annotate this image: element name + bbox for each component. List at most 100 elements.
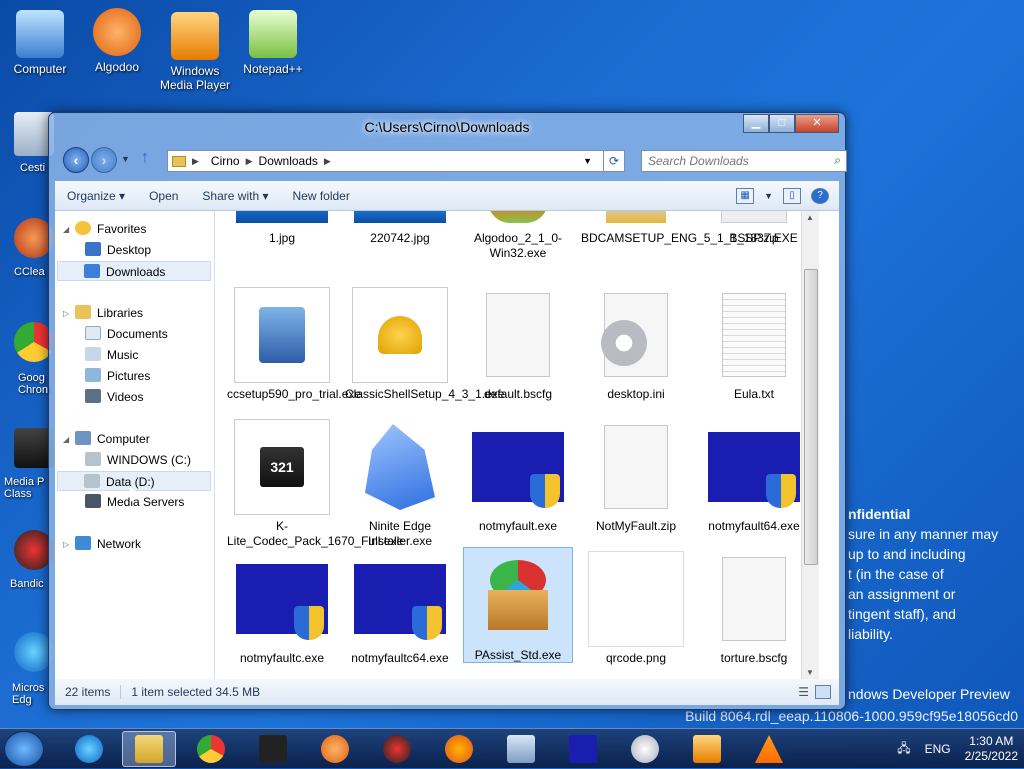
nav-favorites[interactable]: Favorites	[75, 219, 146, 239]
minimize-button[interactable]: ▁	[743, 114, 769, 133]
vertical-scrollbar[interactable]: ▲ ▼	[801, 211, 819, 679]
file-item[interactable]: qrcode.png	[581, 551, 691, 666]
file-item[interactable]: default.bscfg	[463, 287, 573, 402]
desktop-icon-computer[interactable]: Computer	[0, 10, 80, 76]
view-dropdown-icon[interactable]: ▼	[764, 191, 773, 201]
search-input[interactable]	[646, 152, 826, 170]
file-item[interactable]: 1.jpg	[227, 211, 337, 246]
file-item[interactable]: torture.bscfg	[699, 551, 809, 666]
nav-videos[interactable]: Videos	[85, 387, 143, 407]
desktop-icon-notepadpp[interactable]: Notepad++	[233, 10, 313, 76]
expand-arrow-icon[interactable]: ◢	[63, 225, 69, 234]
nav-computer[interactable]: Computer	[75, 429, 150, 449]
forward-button[interactable]: ›	[91, 147, 117, 173]
file-name: Eula.txt	[733, 387, 775, 401]
title-bar[interactable]: C:\Users\Cirno\Downloads ▁ □ ✕	[49, 113, 845, 141]
taskbar-utility[interactable]	[618, 731, 672, 767]
nav-music[interactable]: Music	[85, 345, 138, 365]
scroll-down-icon[interactable]: ▼	[806, 668, 814, 677]
expand-arrow-icon[interactable]: ▷	[63, 540, 69, 549]
folder-icon	[172, 155, 186, 167]
start-button[interactable]	[4, 731, 44, 767]
shield-icon	[530, 474, 560, 508]
close-button[interactable]: ✕	[795, 114, 839, 133]
taskbar-chrome[interactable]	[184, 731, 238, 767]
file-item[interactable]: notmyfaultc.exe	[227, 551, 337, 666]
file-item[interactable]: ccsetup590_pro_trial.exe	[227, 287, 361, 402]
language-indicator[interactable]: ENG	[925, 742, 951, 756]
status-bar: 22 items 1 item selected 34.5 MB ☰	[55, 679, 839, 705]
file-item[interactable]: notmyfault.exe	[463, 419, 573, 534]
file-item[interactable]: 220742.jpg	[345, 211, 455, 246]
refresh-button[interactable]: ⟳	[603, 150, 625, 172]
change-view-icon[interactable]: ▦	[736, 187, 755, 204]
organize-button[interactable]: Organize ▾	[55, 189, 137, 203]
taskbar-control-panel[interactable]	[494, 731, 548, 767]
chrome-icon	[197, 735, 225, 763]
app-icon	[488, 211, 548, 223]
address-dropdown-icon[interactable]: ▼	[583, 156, 592, 166]
file-item[interactable]: BSSP.zip	[699, 211, 809, 246]
file-item[interactable]: NotMyFault.zip	[581, 419, 691, 534]
taskbar-edge[interactable]	[62, 731, 116, 767]
expand-arrow-icon[interactable]: ◢	[63, 435, 69, 444]
nav-pictures[interactable]: Pictures	[85, 366, 150, 386]
desktop-partial-label: Bandic	[10, 578, 44, 590]
scroll-thumb[interactable]	[804, 269, 818, 565]
new-folder-button[interactable]: New folder	[280, 189, 361, 203]
taskbar-firefox[interactable]	[432, 731, 486, 767]
file-name: ClassicShellSetup_4_3_1.exe	[345, 387, 505, 401]
maximize-button[interactable]: □	[769, 114, 795, 133]
file-item[interactable]: ClassicShellSetup_4_3_1.exe	[345, 287, 505, 402]
file-item[interactable]: notmyfault64.exe	[699, 419, 809, 534]
settings-file-icon	[588, 287, 684, 383]
file-name: Algodoo_2_1_0-Win32.exe	[473, 231, 563, 260]
vlc-icon	[755, 735, 783, 763]
clock[interactable]: 1:30 AM 2/25/2022	[965, 734, 1018, 764]
help-icon[interactable]: ?	[811, 187, 829, 204]
share-with-button[interactable]: Share with ▾	[190, 189, 280, 203]
nav-network[interactable]: Network	[75, 534, 141, 554]
up-arrow-icon[interactable]: ↑	[141, 149, 149, 167]
desktop-icon-algodoo[interactable]: Algodoo	[77, 8, 157, 74]
nav-documents[interactable]: Documents	[85, 324, 168, 344]
klite-icon	[259, 735, 287, 763]
watermark-title: nfidential	[848, 506, 911, 522]
search-box[interactable]: ⌕	[641, 150, 847, 172]
file-item-selected[interactable]: PAssist_Std.exe	[463, 547, 573, 663]
nav-libraries[interactable]: Libraries	[75, 303, 143, 323]
media-server-icon	[85, 494, 101, 508]
notepadpp-icon	[249, 10, 297, 58]
large-icons-view-icon[interactable]	[815, 685, 831, 699]
file-item[interactable]: 321 K-Lite_Codec_Pack_1670_Full.exe	[227, 419, 403, 549]
nav-desktop[interactable]: Desktop	[85, 240, 151, 260]
open-button[interactable]: Open	[137, 189, 190, 203]
nav-drive-c[interactable]: WINDOWS (C:)	[85, 450, 191, 470]
taskbar-media-player[interactable]	[680, 731, 734, 767]
preview-pane-icon[interactable]: ▯	[783, 187, 801, 204]
taskbar-algodoo[interactable]	[308, 731, 362, 767]
details-view-icon[interactable]: ☰	[798, 685, 809, 699]
scroll-up-icon[interactable]: ▲	[806, 213, 814, 222]
taskbar-explorer[interactable]	[122, 731, 176, 767]
network-icon[interactable]: 🖧	[897, 739, 910, 760]
nav-label: Music	[107, 348, 139, 362]
desktop-icon-media-player[interactable]: Windows Media Player	[155, 12, 235, 92]
file-item[interactable]: BDCAMSETUP_ENG_5_1_1_1837.EXE	[581, 211, 798, 246]
file-item[interactable]: notmyfaultc64.exe	[345, 551, 455, 666]
taskbar-notmyfault[interactable]	[556, 731, 610, 767]
back-button[interactable]: ‹	[63, 147, 89, 173]
taskbar-klite[interactable]	[246, 731, 300, 767]
nav-downloads[interactable]: Downloads	[57, 261, 211, 281]
expand-arrow-icon[interactable]: ▷	[63, 309, 69, 318]
file-item[interactable]: Algodoo_2_1_0-Win32.exe	[463, 211, 573, 261]
taskbar-bandicam[interactable]	[370, 731, 424, 767]
file-item[interactable]: desktop.ini	[581, 287, 691, 402]
file-item[interactable]: Eula.txt	[699, 287, 809, 402]
breadcrumb-cirno[interactable]: Cirno	[211, 154, 240, 168]
taskbar-vlc[interactable]	[742, 731, 796, 767]
breadcrumb-downloads[interactable]: Downloads	[259, 154, 318, 168]
history-dropdown-icon[interactable]: ▼	[121, 154, 130, 164]
file-item[interactable]: Ninite Edge Installer.exe	[345, 419, 455, 549]
address-bar[interactable]: ▶ Cirno ▶ Downloads ▶ ▼	[167, 150, 611, 172]
